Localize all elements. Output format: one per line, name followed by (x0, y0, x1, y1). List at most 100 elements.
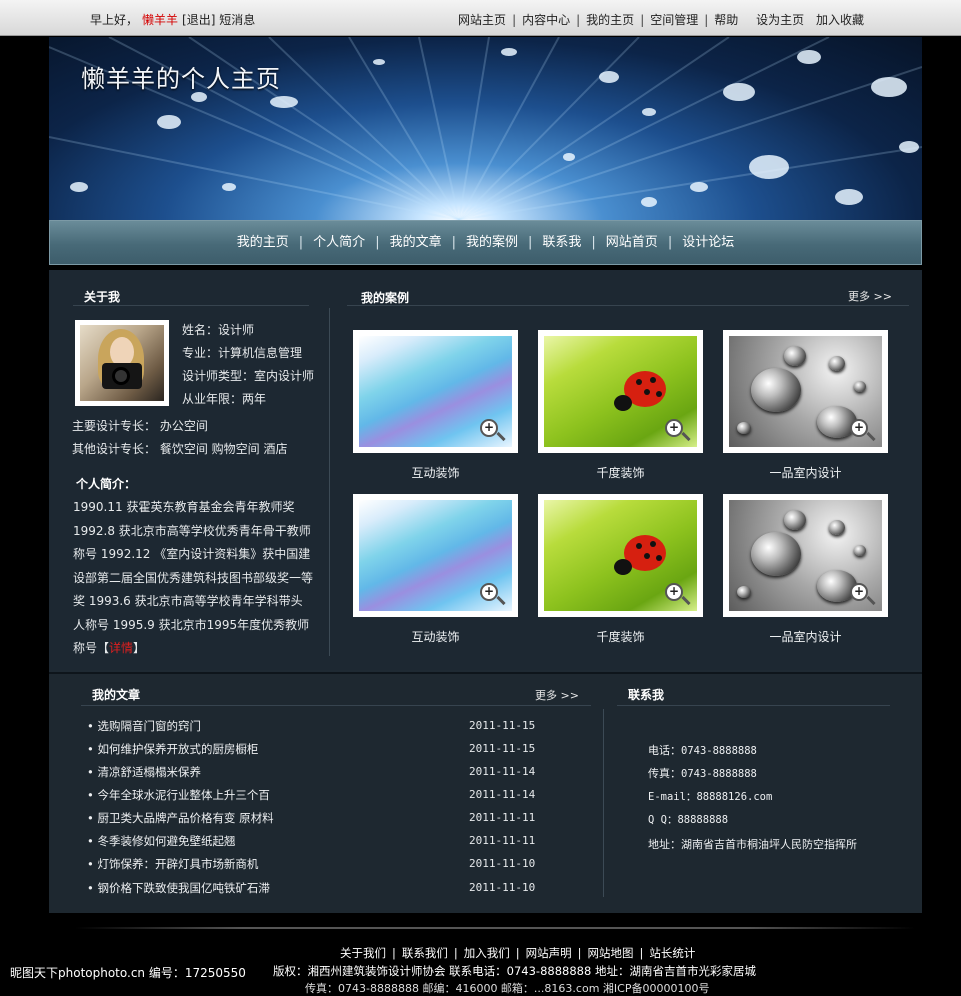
cases-title: 我的案例 (361, 291, 410, 305)
article-link[interactable]: • 钢价格下跌致使我国亿吨铁矿石滞 (87, 880, 270, 896)
zoom-icon: + (480, 583, 498, 601)
avatar-photo (80, 325, 164, 401)
top-link-site-home[interactable]: 网站主页 (458, 13, 506, 27)
footer-link-join[interactable]: 加入我们 (464, 946, 510, 960)
article-link[interactable]: • 选购隔音门窗的窍门 (87, 718, 201, 734)
top-link-space-manage[interactable]: 空间管理 (650, 13, 698, 27)
zoom-icon: + (665, 583, 683, 601)
nav-item-contact[interactable]: 联系我 (542, 235, 581, 250)
separator: | (515, 946, 520, 960)
logout-link[interactable]: [退出] (182, 13, 215, 27)
top-link-help[interactable]: 帮助 (714, 13, 738, 27)
article-link[interactable]: • 今年全球水泥行业整体上升三个百 (87, 787, 270, 803)
separator: | (704, 13, 709, 27)
separator: | (451, 235, 456, 250)
top-links: 网站主页 | 内容中心 | 我的主页 | 空间管理 | 帮助 设为主页 加入收藏 (458, 11, 864, 28)
case-thumb-2[interactable]: + (538, 330, 703, 453)
zoom-icon: + (850, 583, 868, 601)
address-label: 地址： (648, 838, 681, 851)
article-date: 2011-11-11 (469, 811, 536, 824)
email-value[interactable]: 88888126.com (696, 791, 772, 803)
separator: | (453, 946, 458, 960)
case-caption-6[interactable]: 一品室内设计 (723, 628, 888, 645)
detail-link[interactable]: 详情 (109, 641, 133, 655)
case-thumb-6[interactable]: + (723, 494, 888, 617)
article-link[interactable]: • 清凉舒适榻榻米保养 (87, 764, 201, 780)
contact-title: 联系我 (628, 688, 665, 702)
footer-link-stats[interactable]: 站长统计 (649, 946, 695, 960)
nav-item-articles[interactable]: 我的文章 (390, 235, 442, 250)
nav-item-profile[interactable]: 个人简介 (313, 235, 365, 250)
contact-fax: 传真：0743-8888888 (648, 765, 757, 781)
separator: | (375, 235, 380, 250)
contact-qq: Q Q：88888888 (648, 812, 728, 827)
case-thumb-5[interactable]: + (538, 494, 703, 617)
case-caption-5[interactable]: 千度装饰 (538, 628, 703, 645)
watermark-text: 昵图天下photophoto.cn 编号：17250550 (10, 966, 246, 980)
case-caption-4[interactable]: 互动装饰 (353, 628, 518, 645)
set-home-link[interactable]: 设为主页 (756, 13, 804, 27)
messages-link[interactable]: 短消息 (219, 13, 255, 27)
nav-item-cases[interactable]: 我的案例 (466, 235, 518, 250)
content-panel: 关于我 姓名：设计师 专业：计算机信息管理 设计师类型：室内设计师 从业年限：两… (49, 270, 922, 913)
top-link-content-center[interactable]: 内容中心 (522, 13, 570, 27)
zoom-icon: + (665, 419, 683, 437)
article-link[interactable]: • 冬季装修如何避免壁纸起翘 (87, 833, 235, 849)
site-title: 懒羊羊的个人主页 (81, 65, 281, 93)
footer-link-sitemap[interactable]: 网站地图 (588, 946, 634, 960)
article-date: 2011-11-14 (469, 788, 536, 801)
article-date: 2011-11-15 (469, 742, 536, 755)
username-link[interactable]: 懒羊羊 (142, 13, 178, 27)
zoom-icon: + (850, 419, 868, 437)
case-thumb-1[interactable]: + (353, 330, 518, 453)
article-link[interactable]: • 厨卫类大品牌产品价格有变 原材料 (87, 810, 274, 826)
separator: | (640, 13, 645, 27)
header-banner: 懒羊羊的个人主页 (49, 37, 922, 220)
separator: | (298, 235, 304, 250)
column-divider (603, 709, 604, 897)
about-name: 姓名：设计师 (182, 323, 255, 337)
upper-section: 关于我 姓名：设计师 专业：计算机信息管理 设计师类型：室内设计师 从业年限：两… (49, 270, 922, 670)
address-value: 湖南省吉首市桐油坪人民防空指挥所 (681, 838, 857, 851)
separator: | (576, 13, 581, 27)
contact-address: 地址：湖南省吉首市桐油坪人民防空指挥所 (648, 836, 857, 852)
cases-more-link[interactable]: 更多 >> (848, 288, 892, 304)
footer-divider (75, 927, 915, 929)
lower-section: 我的文章 更多 >> • 选购隔音门窗的窍门 2011-11-15 • 如何维护保… (49, 672, 922, 913)
intro-body: 1990.11 获霍英东教育基金会青年教师奖 1992.8 获北京市高等学校优秀… (73, 500, 314, 655)
footer-link-about[interactable]: 关于我们 (340, 946, 386, 960)
about-designer-type: 设计师类型：室内设计师 (182, 369, 315, 383)
footer-link-statement[interactable]: 网站声明 (526, 946, 572, 960)
article-link[interactable]: • 灯饰保养：开辟灯具市场新商机 (87, 856, 258, 872)
contact-phone: 电话：0743-8888888 (648, 742, 757, 758)
case-caption-3[interactable]: 一品室内设计 (723, 464, 888, 481)
about-years: 从业年限：两年 (182, 392, 267, 406)
main-nav: 我的主页 | 个人简介 | 我的文章 | 我的案例 | 联系我 | 网站首页 | 设计论坛 (49, 220, 922, 265)
intro-title: 个人简介： (76, 477, 137, 491)
phone-value: 0743-8888888 (681, 745, 757, 757)
case-caption-2[interactable]: 千度装饰 (538, 464, 703, 481)
fax-value: 0743-8888888 (681, 768, 757, 780)
articles-more-link[interactable]: 更多 >> (535, 687, 579, 703)
nav-item-site-home[interactable]: 网站首页 (606, 235, 658, 250)
add-favorite-link[interactable]: 加入收藏 (816, 13, 864, 27)
top-link-my-home[interactable]: 我的主页 (586, 13, 634, 27)
divider (73, 305, 309, 306)
user-greeting: 早上好， 懒羊羊 [退出] 短消息 (90, 11, 255, 28)
article-link[interactable]: • 如何维护保养开放式的厨房橱柜 (87, 741, 258, 757)
about-other-specialty: 其他设计专长： 餐饮空间 购物空间 酒店 (72, 442, 288, 456)
footer-links: 关于我们 | 联系我们 | 加入我们 | 网站声明 | 网站地图 | 站长统计 (340, 945, 695, 961)
separator: | (639, 946, 644, 960)
footer-link-contact[interactable]: 联系我们 (402, 946, 448, 960)
intro-text: 1990.11 获霍英东教育基金会青年教师奖 1992.8 获北京市高等学校优秀… (73, 496, 313, 661)
case-thumb-3[interactable]: + (723, 330, 888, 453)
article-date: 2011-11-10 (469, 857, 536, 870)
greeting-text: 早上好， (90, 13, 139, 27)
case-caption-1[interactable]: 互动装饰 (353, 464, 518, 481)
about-major: 专业：计算机信息管理 (182, 346, 303, 360)
separator: | (512, 13, 517, 27)
nav-item-my-home[interactable]: 我的主页 (237, 235, 289, 250)
nav-item-design-forum[interactable]: 设计论坛 (682, 235, 734, 250)
case-thumb-4[interactable]: + (353, 494, 518, 617)
zoom-icon: + (480, 419, 498, 437)
